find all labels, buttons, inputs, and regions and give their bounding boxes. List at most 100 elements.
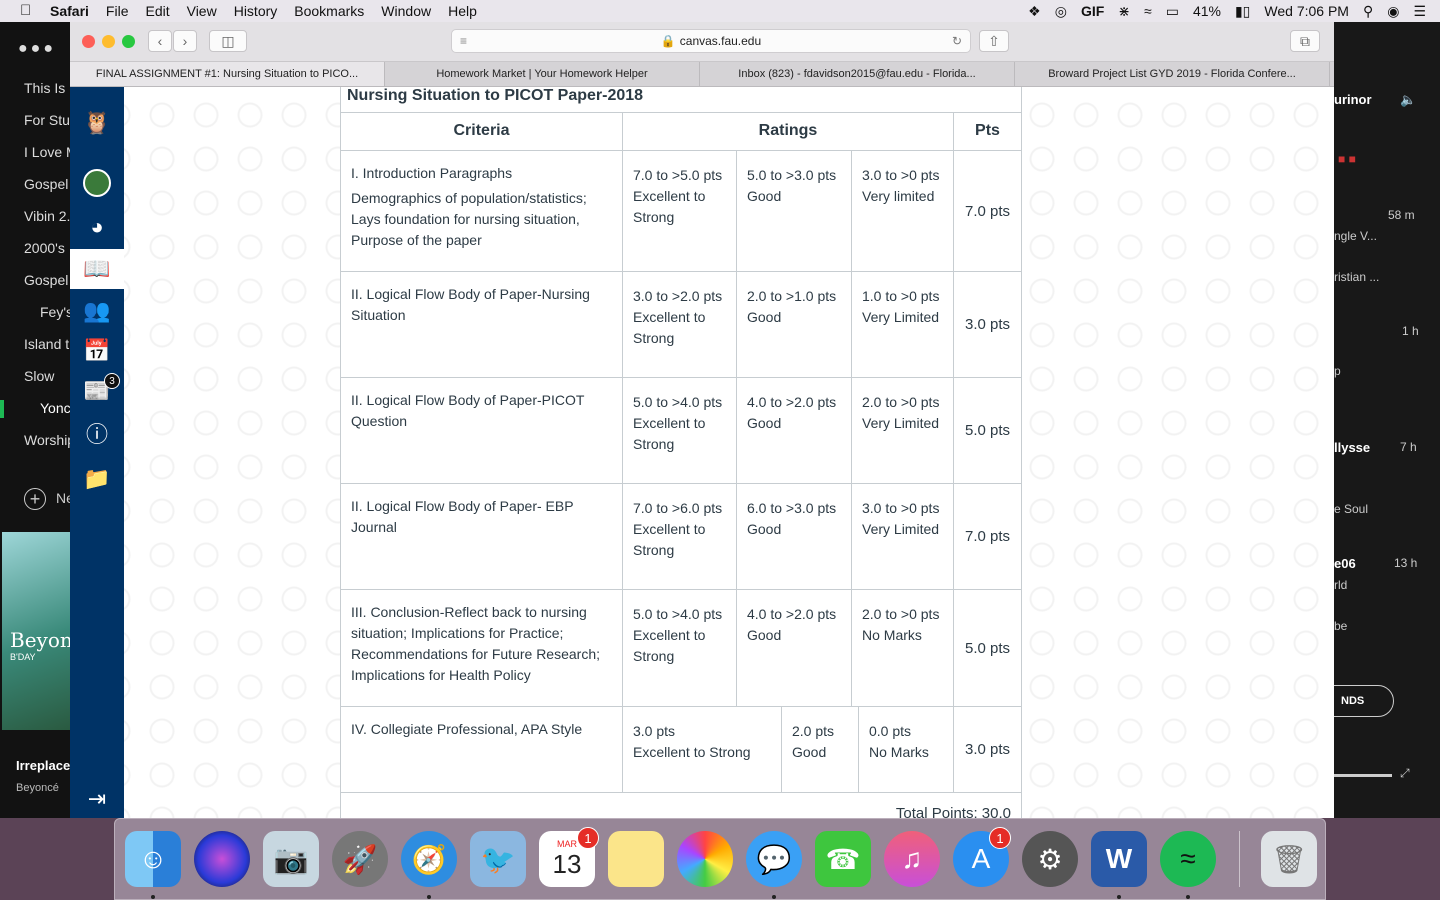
photos-icon[interactable] (677, 831, 733, 887)
address-bar[interactable]: ≡ 🔒 canvas.fau.edu ↻ (451, 29, 971, 53)
menu-file[interactable]: File (106, 3, 129, 19)
word-icon[interactable]: W (1091, 831, 1147, 887)
siri-icon[interactable]: ◉ (1387, 3, 1399, 20)
apple-menu-icon[interactable]:  (20, 3, 36, 19)
activity-track[interactable]: ngle V... (1334, 229, 1377, 243)
clock[interactable]: Wed 7:06 PM (1264, 3, 1349, 19)
volume-slider[interactable] (1334, 774, 1392, 777)
wifi-icon[interactable]: ≈ (1144, 3, 1152, 19)
close-window-icon[interactable] (82, 35, 95, 48)
new-playlist-plus-icon[interactable]: + (24, 488, 46, 510)
system-preferences-icon[interactable]: ⚙ (1022, 831, 1078, 887)
friend-name[interactable]: e06 (1334, 556, 1356, 571)
notes-icon[interactable] (608, 831, 664, 887)
activity-track[interactable]: e Soul (1334, 502, 1368, 516)
url-text[interactable]: canvas.fau.edu (680, 34, 761, 48)
rating-cell: 3.0 pts Excellent to Strong (622, 707, 781, 792)
activity-track[interactable]: ristian ... (1334, 270, 1379, 284)
courses-icon[interactable]: 📖 (70, 249, 124, 289)
friend-name[interactable]: llysse (1334, 440, 1370, 455)
bluetooth-icon[interactable]: ⋇ (1118, 3, 1130, 20)
messages-icon[interactable]: 💬 (746, 831, 802, 887)
sidebar-toggle-icon[interactable]: ◫ (209, 30, 247, 52)
forward-arrow-icon[interactable]: › (173, 30, 197, 52)
tab-final-assignment[interactable]: FINAL ASSIGNMENT #1: Nursing Situation t… (70, 62, 385, 86)
safari-icon[interactable]: 🧭 (401, 831, 457, 887)
zoom-window-icon[interactable] (122, 35, 135, 48)
playlist-item[interactable]: Worship (24, 432, 70, 448)
rating-points: 5.0 to >3.0 pts (747, 167, 837, 183)
collapse-nav-icon[interactable]: ⇥ (70, 779, 124, 818)
reload-icon[interactable]: ↻ (952, 30, 962, 52)
menu-history[interactable]: History (234, 3, 278, 19)
rating-description: Excellent to Strong (633, 744, 751, 760)
minimize-window-icon[interactable] (102, 35, 115, 48)
playlist-item[interactable]: Vibin 2. (24, 208, 70, 224)
spotlight-icon[interactable]: ⚲ (1363, 3, 1373, 20)
playlist-item[interactable]: Gospel (24, 272, 68, 288)
facetime-icon[interactable]: ☎ (815, 831, 871, 887)
playlist-item[interactable]: I Love M (24, 144, 70, 160)
fullscreen-icon[interactable]: ⤢ (1400, 766, 1410, 781)
calendar-icon[interactable]: 📅 (70, 331, 124, 371)
battery-icon[interactable]: ▮▯ (1235, 3, 1250, 20)
playlist-item[interactable]: Slow (24, 368, 54, 384)
sync-icon[interactable]: ◎ (1055, 3, 1067, 20)
menu-window[interactable]: Window (381, 3, 431, 19)
mail-icon[interactable]: 🐦 (470, 831, 526, 887)
image-capture-icon[interactable]: 📷 (263, 831, 319, 887)
back-arrow-icon[interactable]: ‹ (148, 30, 172, 52)
menu-view[interactable]: View (187, 3, 217, 19)
criterion-cell: III. Conclusion-Reflect back to nursing … (341, 590, 622, 706)
finder-icon[interactable]: ☺ (125, 831, 181, 887)
siri-icon[interactable] (194, 831, 250, 887)
playlist-item[interactable]: 2000's (24, 240, 65, 256)
now-playing-artist[interactable]: Beyoncé (16, 782, 59, 794)
new-tab-button[interactable]: + (1330, 62, 1334, 86)
menu-help[interactable]: Help (448, 3, 477, 19)
volume-icon[interactable]: 🔈 (1400, 92, 1416, 108)
playlist-item-active[interactable]: Yonc (40, 400, 70, 416)
fau-owl-logo-icon[interactable]: 🦉 (70, 103, 124, 143)
friend-name[interactable]: urinor (1334, 92, 1372, 107)
window-controls-icon[interactable]: ●●● (18, 40, 56, 58)
activity-track[interactable]: p (1334, 364, 1341, 378)
rating-description: Good (747, 309, 782, 325)
playlist-item[interactable]: Island t (24, 336, 69, 352)
notification-center-icon[interactable]: ☰ (1413, 3, 1426, 20)
gif-icon[interactable]: GIF (1081, 3, 1104, 19)
table-row: I. Introduction Paragraphs Demographics … (341, 151, 1021, 272)
battery-percent[interactable]: 41% (1193, 3, 1221, 19)
menu-bookmarks[interactable]: Bookmarks (294, 3, 364, 19)
dashboard-icon[interactable]: ◕ (70, 207, 124, 247)
reader-view-icon[interactable]: ≡ (460, 30, 467, 52)
tab-inbox[interactable]: Inbox (823) - fdavidson2015@fau.edu - Fl… (700, 62, 1015, 86)
album-art[interactable]: Beyonc B'DAY (2, 532, 70, 730)
account-avatar-icon[interactable] (70, 163, 124, 203)
tab-broward-project[interactable]: Broward Project List GYD 2019 - Florida … (1015, 62, 1330, 86)
now-playing-title[interactable]: Irreplace (16, 758, 70, 773)
commons-folder-icon[interactable]: 📁 (70, 459, 124, 499)
running-indicator (151, 895, 155, 899)
groups-icon[interactable]: 👥 (70, 291, 124, 331)
itunes-icon[interactable]: ♫ (884, 831, 940, 887)
spotify-icon[interactable]: ≈ (1160, 831, 1216, 887)
playlist-item[interactable]: For Stu (24, 112, 70, 128)
airplay-icon[interactable]: ▭ (1166, 3, 1179, 20)
share-icon[interactable]: ⇧ (979, 30, 1009, 52)
menu-app-name[interactable]: Safari (50, 3, 89, 19)
activity-track[interactable]: rld (1334, 578, 1347, 592)
find-friends-button[interactable]: NDS (1334, 685, 1394, 717)
playlist-item[interactable]: Fey's (40, 304, 70, 320)
tab-homework-market[interactable]: Homework Market | Your Homework Helper (385, 62, 700, 86)
new-playlist-label[interactable]: Ne (56, 490, 70, 506)
activity-track[interactable]: be (1334, 619, 1347, 633)
launchpad-icon[interactable]: 🚀 (332, 831, 388, 887)
trash-icon[interactable]: 🗑 (1261, 831, 1317, 887)
playlist-item[interactable]: This Is (24, 80, 65, 96)
playlist-item[interactable]: Gospel (24, 176, 68, 192)
help-icon[interactable]: ⓘ (70, 413, 124, 453)
menu-edit[interactable]: Edit (145, 3, 169, 19)
tab-overview-icon[interactable]: ⧉ (1290, 30, 1320, 52)
dropbox-icon[interactable]: ❖ (1028, 3, 1041, 20)
